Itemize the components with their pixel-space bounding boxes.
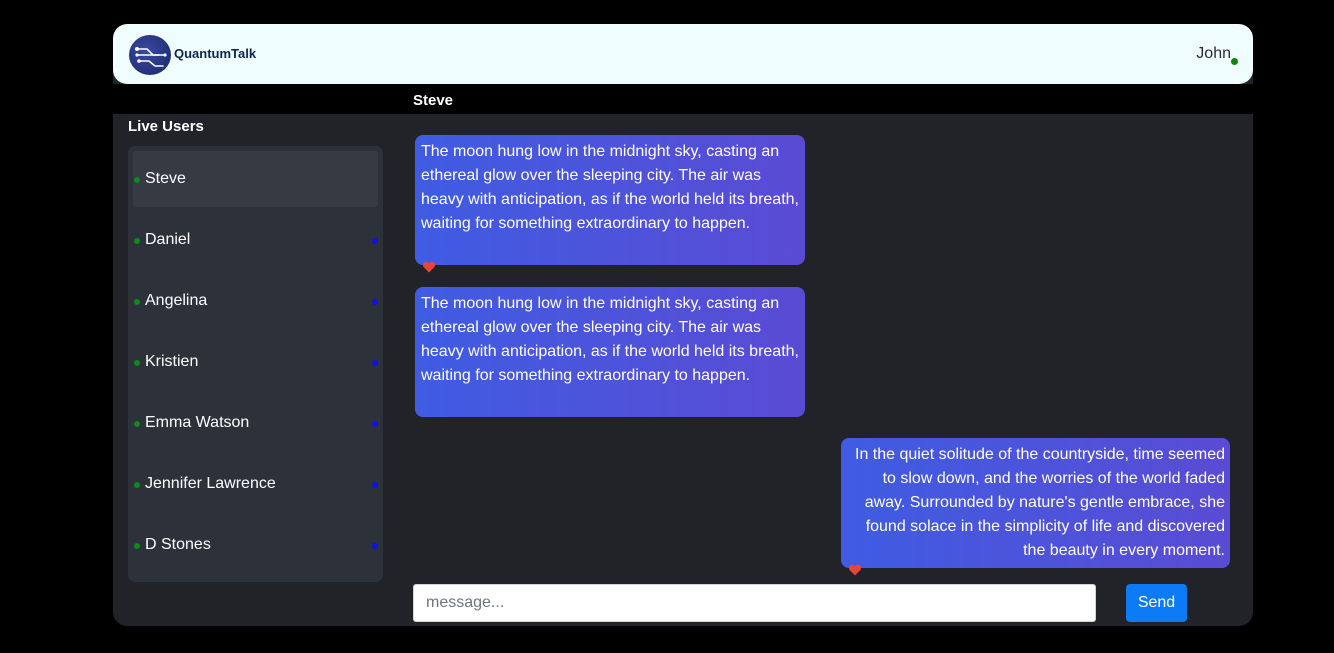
message-bubble-received[interactable]: The moon hung low in the midnight sky, c… <box>415 135 805 265</box>
user-name: Daniel <box>145 231 191 248</box>
user-name: Kristien <box>145 353 199 370</box>
online-status-icon <box>134 421 140 427</box>
live-users-list: Steve Daniel Angelina Kristien Emma Wats… <box>128 146 383 582</box>
heart-icon[interactable] <box>848 563 862 577</box>
sidebar-item-daniel[interactable]: Daniel <box>133 212 378 268</box>
sidebar-item-d-stones[interactable]: D Stones <box>133 517 378 573</box>
top-navbar: QuantumTalk John <box>113 24 1253 84</box>
unread-indicator-icon <box>372 238 378 244</box>
online-status-icon <box>134 360 140 366</box>
chat-header: Steve <box>113 84 1253 114</box>
user-name: Emma Watson <box>145 414 250 431</box>
current-user-name[interactable]: John <box>1196 45 1231 63</box>
user-name: D Stones <box>145 536 211 553</box>
user-name: Steve <box>145 170 186 187</box>
sidebar-item-steve[interactable]: Steve <box>133 151 378 207</box>
unread-indicator-icon <box>372 299 378 305</box>
message-bubble-received[interactable]: The moon hung low in the midnight sky, c… <box>415 287 805 417</box>
chat-partner-title: Steve <box>413 92 454 109</box>
online-status-icon <box>134 299 140 305</box>
sidebar-item-jennifer-lawrence[interactable]: Jennifer Lawrence <box>133 456 378 512</box>
unread-indicator-icon <box>372 360 378 366</box>
online-status-icon <box>134 238 140 244</box>
circuit-logo-icon[interactable] <box>129 35 171 75</box>
sidebar-item-kristien[interactable]: Kristien <box>133 334 378 390</box>
online-status-icon <box>134 543 140 549</box>
live-users-heading: Live Users <box>128 118 204 135</box>
chat-app: QuantumTalk John Steve Live Users Steve … <box>113 24 1253 626</box>
unread-indicator-icon <box>372 482 378 488</box>
online-status-icon <box>134 482 140 488</box>
unread-indicator-icon <box>372 543 378 549</box>
user-name: Angelina <box>145 292 208 309</box>
user-online-status-icon <box>1231 58 1238 65</box>
sidebar-item-angelina[interactable]: Angelina <box>133 273 378 329</box>
unread-indicator-icon <box>372 421 378 427</box>
brand-name: QuantumTalk <box>174 46 257 61</box>
user-name: Jennifer Lawrence <box>145 475 276 492</box>
heart-icon[interactable] <box>422 260 436 274</box>
online-status-icon <box>134 177 140 183</box>
message-input[interactable] <box>413 584 1096 622</box>
sidebar-item-emma-watson[interactable]: Emma Watson <box>133 395 378 451</box>
message-bubble-sent[interactable]: In the quiet solitude of the countryside… <box>841 438 1230 568</box>
send-button[interactable]: Send <box>1126 584 1187 622</box>
